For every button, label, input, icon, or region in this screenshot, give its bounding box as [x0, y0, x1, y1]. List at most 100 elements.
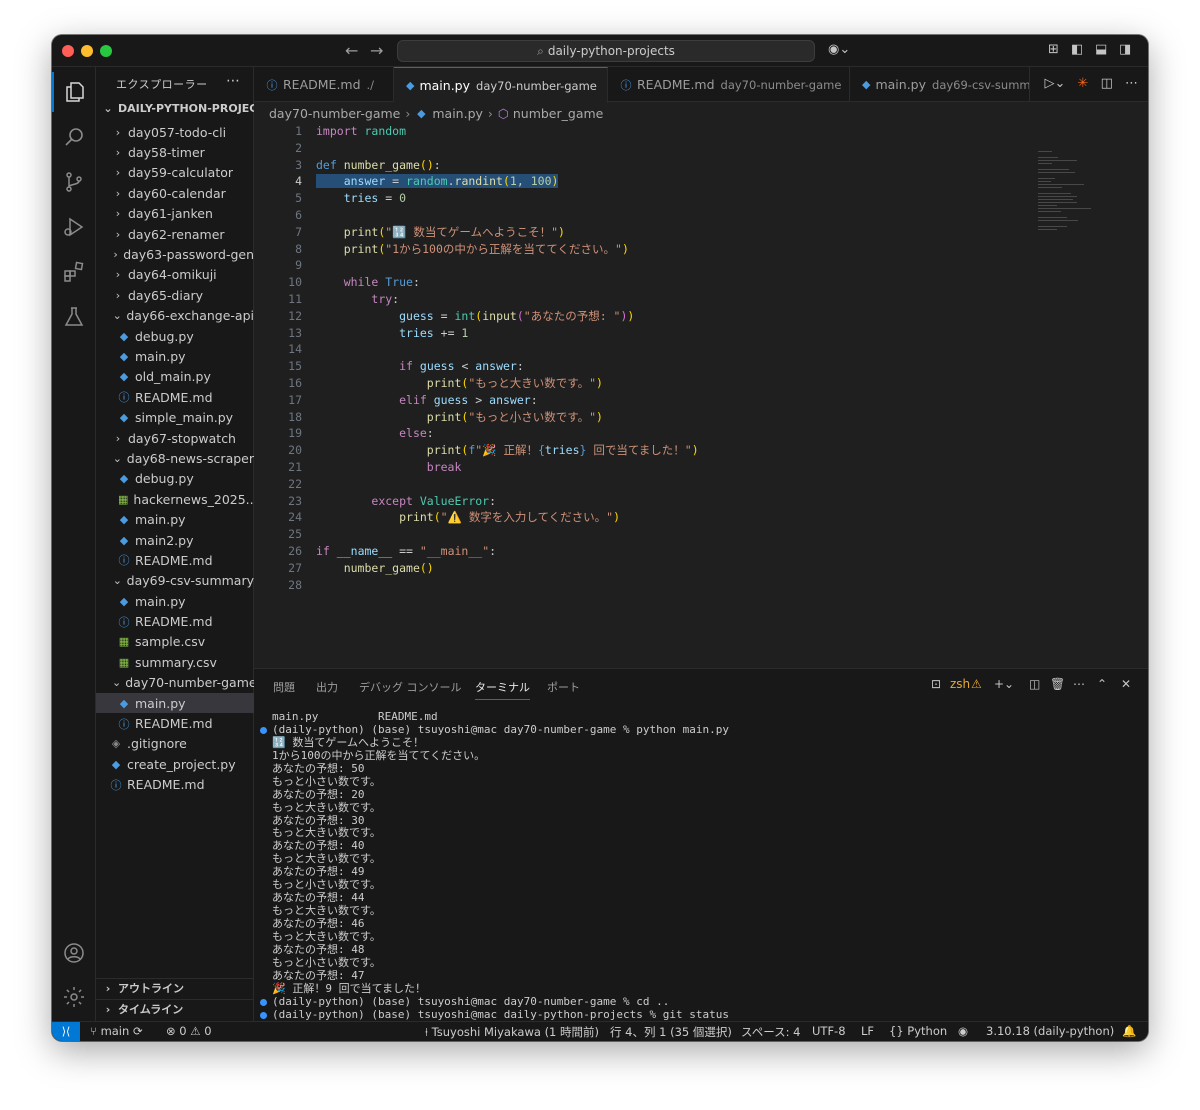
- tree-file[interactable]: ◈ .gitignore: [96, 734, 254, 754]
- code-line[interactable]: print("もっと大きい数です。"): [316, 375, 1016, 392]
- toggle-secondary-sidebar-icon[interactable]: ◨: [1119, 42, 1131, 57]
- command-center-search[interactable]: ⌕ daily-python-projects: [397, 40, 815, 62]
- tree-file[interactable]: ⓘ README.md: [96, 387, 254, 407]
- tree-file[interactable]: ⓘ README.md: [96, 611, 254, 631]
- code-lines[interactable]: import random def number_game(): answer =…: [316, 123, 1016, 593]
- terminal-shell-name[interactable]: zsh: [950, 677, 970, 691]
- new-terminal-icon[interactable]: +⌄: [994, 677, 1014, 691]
- code-line[interactable]: break: [316, 459, 1016, 476]
- tree-file[interactable]: ⓘ README.md: [96, 775, 254, 795]
- tree-file[interactable]: ◆ debug.py: [96, 326, 254, 346]
- tree-file[interactable]: ▦ sample.csv: [96, 632, 254, 652]
- git-blame[interactable]: ⍿ Tsuyoshi Miyakawa (1 時間前): [425, 1024, 599, 1040]
- tree-folder[interactable]: › day64-omikuji: [96, 265, 254, 285]
- tree-file[interactable]: ◆ debug.py: [96, 469, 254, 489]
- tab-output[interactable]: 出力: [316, 679, 338, 695]
- tree-folder[interactable]: ⌄ day69-csv-summary: [96, 571, 254, 591]
- code-line[interactable]: answer = random.randint(1, 100): [316, 173, 1016, 190]
- tree-file[interactable]: ◆ main.py: [96, 509, 254, 529]
- outline-section[interactable]: › アウトライン: [96, 978, 254, 999]
- tab-debug-console[interactable]: デバッグ コンソール: [359, 679, 462, 695]
- code-line[interactable]: number_game(): [316, 560, 1016, 577]
- close-panel-icon[interactable]: ✕: [1121, 677, 1131, 691]
- code-line[interactable]: guess = int(input("あなたの予想: ")): [316, 308, 1016, 325]
- code-line[interactable]: except ValueError:: [316, 493, 1016, 510]
- breadcrumb-folder[interactable]: day70-number-game: [269, 106, 400, 121]
- tab-main-py-day69[interactable]: ◆ main.py day69-csv-summar: [850, 67, 1030, 102]
- tree-file[interactable]: ▦ summary.csv: [96, 652, 254, 672]
- toggle-panel-icon[interactable]: ⬓: [1095, 42, 1107, 57]
- claude-icon[interactable]: ✳: [1078, 76, 1089, 91]
- cursor-position[interactable]: 行 4、列 1 (35 個選択): [610, 1024, 732, 1040]
- code-line[interactable]: [316, 257, 1016, 274]
- code-line[interactable]: print("もっと小さい数です。"): [316, 409, 1016, 426]
- toggle-sidebar-icon[interactable]: ◧: [1071, 42, 1083, 57]
- testing-icon[interactable]: [52, 297, 96, 337]
- more-actions-icon[interactable]: ⋯: [1125, 76, 1138, 91]
- run-icon[interactable]: ▷⌄: [1044, 76, 1065, 91]
- tab-terminal[interactable]: ターミナル: [475, 679, 530, 700]
- tree-folder[interactable]: › day65-diary: [96, 285, 254, 305]
- source-control-icon[interactable]: [52, 162, 96, 202]
- tree-file[interactable]: ◆ main.py: [96, 346, 254, 366]
- tree-file[interactable]: ◆ create_project.py: [96, 754, 254, 774]
- indentation[interactable]: スペース: 4: [741, 1024, 800, 1040]
- run-debug-icon[interactable]: [52, 207, 96, 247]
- tab-readme-day70[interactable]: ⓘ README.md day70-number-game: [608, 67, 850, 102]
- maximize-panel-icon[interactable]: ⌃: [1097, 677, 1107, 691]
- search-icon[interactable]: [52, 117, 96, 157]
- code-line[interactable]: [316, 577, 1016, 594]
- timeline-section[interactable]: › タイムライン: [96, 999, 254, 1020]
- language-mode[interactable]: {} Python: [889, 1024, 947, 1038]
- code-line[interactable]: print("⚠️ 数字を入力してください。"): [316, 509, 1016, 526]
- code-line[interactable]: if __name__ == "__main__":: [316, 543, 1016, 560]
- tree-folder[interactable]: › day60-calendar: [96, 183, 254, 203]
- more-actions-icon[interactable]: ⋯: [1073, 677, 1085, 691]
- remote-indicator-icon[interactable]: ⟩⟨: [52, 1022, 80, 1041]
- minimap[interactable]: [1038, 151, 1098, 230]
- encoding[interactable]: UTF-8: [812, 1024, 846, 1038]
- tree-folder[interactable]: › day58-timer: [96, 142, 254, 162]
- code-line[interactable]: else:: [316, 425, 1016, 442]
- tree-folder[interactable]: › day63-password-gen: [96, 244, 254, 264]
- code-line[interactable]: import random: [316, 123, 1016, 140]
- tree-folder[interactable]: › day61-janken: [96, 204, 254, 224]
- command-decoration-icon[interactable]: [260, 1011, 267, 1019]
- code-line[interactable]: try:: [316, 291, 1016, 308]
- breadcrumb-symbol[interactable]: number_game: [513, 106, 604, 121]
- notifications-bell-icon[interactable]: 🔔: [1122, 1024, 1136, 1038]
- copilot-icon[interactable]: ◉⌄: [828, 42, 850, 57]
- tree-file[interactable]: ▦ hackernews_2025...: [96, 489, 254, 509]
- code-line[interactable]: elif guess > answer:: [316, 392, 1016, 409]
- code-line[interactable]: [316, 207, 1016, 224]
- problems-count[interactable]: ⊗ 0 ⚠ 0: [166, 1024, 212, 1038]
- tree-folder[interactable]: › day057-todo-cli: [96, 122, 254, 142]
- terminal-output[interactable]: main.py README.md (daily-python) (base) t…: [260, 710, 1122, 1022]
- command-decoration-icon[interactable]: [260, 726, 267, 734]
- tree-file[interactable]: ◆ main.py: [96, 692, 254, 714]
- split-terminal-icon[interactable]: ◫: [1029, 677, 1040, 691]
- git-branch[interactable]: ⑂ main ⟳: [90, 1024, 143, 1038]
- code-line[interactable]: if guess < answer:: [316, 358, 1016, 375]
- workspace-root[interactable]: ⌄ DAILY-PYTHON-PROJEC...: [96, 102, 254, 122]
- split-editor-icon[interactable]: ◫: [1101, 76, 1113, 91]
- code-line[interactable]: while True:: [316, 274, 1016, 291]
- code-line[interactable]: [316, 526, 1016, 543]
- command-decoration-icon[interactable]: [260, 998, 267, 1006]
- tree-folder[interactable]: ⌄ day66-exchange-api: [96, 306, 254, 326]
- breadcrumb-file[interactable]: main.py: [432, 106, 483, 121]
- code-line[interactable]: [316, 341, 1016, 358]
- code-line[interactable]: [316, 476, 1016, 493]
- tree-file[interactable]: ◆ main2.py: [96, 530, 254, 550]
- code-line[interactable]: [316, 140, 1016, 157]
- copilot-status-icon[interactable]: ◉: [958, 1024, 968, 1038]
- tree-folder[interactable]: › day62-renamer: [96, 224, 254, 244]
- zoom-window-button[interactable]: [100, 45, 112, 57]
- settings-gear-icon[interactable]: [52, 977, 96, 1017]
- explorer-icon[interactable]: [52, 72, 96, 112]
- minimize-window-button[interactable]: [81, 45, 93, 57]
- code-editor[interactable]: 1 2 3 4 5 6 7 8 9 10 11 12 13 14 15 16 17 18 19 20 21 22 23 24 2…: [254, 123, 1148, 668]
- end-of-line[interactable]: LF: [861, 1024, 874, 1038]
- tab-ports[interactable]: ポート: [547, 679, 580, 695]
- tree-file[interactable]: ⓘ README.md: [96, 713, 254, 733]
